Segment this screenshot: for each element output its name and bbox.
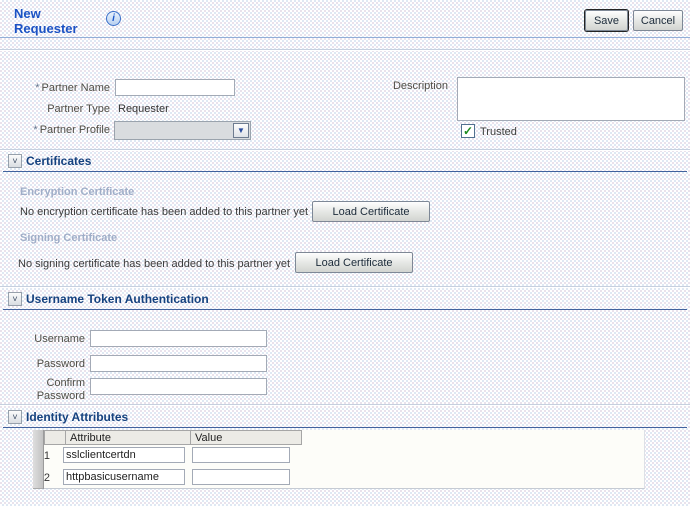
description-label: Description [392,80,448,92]
identity-attributes-section-title: Identity Attributes [26,410,129,424]
partner-name-input[interactable] [115,79,235,96]
attribute-column-header: Attribute [65,430,190,445]
chevron-down-icon: ▼ [237,126,245,135]
info-icon[interactable]: i [106,11,121,26]
confirm-password-input[interactable] [90,378,267,395]
attribute-input-row2[interactable] [63,469,185,485]
encryption-certificate-subheader: Encryption Certificate [20,186,135,198]
username-label: Username [34,333,85,345]
attribute-input-row1[interactable] [63,447,185,463]
encryption-empty-message: No encryption certificate has been added… [20,206,309,218]
page-title: New Requester [14,6,78,36]
load-encryption-certificate-button[interactable]: Load Certificate [312,201,430,222]
load-signing-certificate-button[interactable]: Load Certificate [295,252,413,273]
value-input-row2[interactable] [192,469,290,485]
row-number: 1 [43,450,50,462]
new-requester-page: New Requester i Save Cancel * Partner Nam… [0,0,690,506]
trusted-checkbox[interactable]: ✓ [461,124,475,138]
separator [0,286,690,288]
signing-empty-message: No signing certificate has been added to… [18,258,291,270]
partner-type-value: Requester [118,103,169,115]
certificates-section-title: Certificates [26,154,92,168]
partner-profile-label: * Partner Profile [33,124,110,136]
username-token-section-title: Username Token Authentication [26,292,209,306]
required-marker: * [33,124,38,136]
password-input[interactable] [90,355,267,372]
partner-profile-dropdown[interactable]: ▼ [114,121,251,140]
trusted-label: Trusted [480,126,517,138]
identity-attributes-section-header: ˅ Identity Attributes [3,409,687,428]
cancel-button[interactable]: Cancel [633,10,683,31]
checkmark-icon: ✓ [462,124,474,138]
value-column-header: Value [190,430,302,445]
confirm-password-label: Confirm Password [36,377,85,402]
partner-type-label: Partner Type [47,103,110,115]
row-number: 2 [43,472,50,484]
separator [0,404,690,406]
save-button[interactable]: Save [585,10,628,31]
value-input-row1[interactable] [192,447,290,463]
required-marker: * [35,82,40,94]
separator [0,49,690,51]
dropdown-arrow-button[interactable]: ▼ [233,123,249,138]
password-label: Password [36,358,85,370]
username-input[interactable] [90,330,267,347]
signing-certificate-subheader: Signing Certificate [20,232,118,244]
certificates-section-header: ˅ Certificates [3,153,687,172]
username-token-section-header: ˅ Username Token Authentication [3,291,687,310]
description-textarea[interactable] [457,77,685,121]
collapse-certificates-icon[interactable]: ˅ [8,154,22,168]
identity-attributes-table: Attribute Value 1 2 [33,430,645,489]
collapse-username-token-icon[interactable]: ˅ [8,292,22,306]
separator [0,149,690,151]
collapse-identity-attributes-icon[interactable]: ˅ [8,410,22,424]
partner-name-label: * Partner Name [35,82,110,94]
row-number-column-header [44,430,65,445]
header-divider [0,37,690,38]
